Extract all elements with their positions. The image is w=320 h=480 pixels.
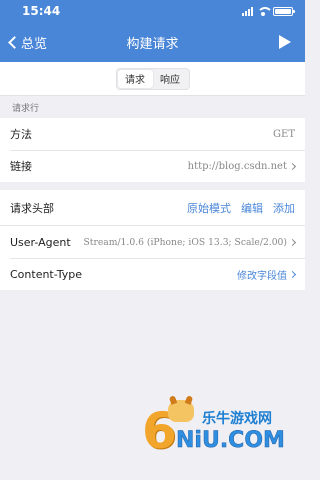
chevron-right-icon — [288, 270, 297, 278]
url-row[interactable]: 链接 http://blog.csdn.net — [0, 150, 305, 182]
method-row[interactable]: 方法 GET — [0, 118, 305, 150]
url-value: http://blog.csdn.net — [187, 160, 287, 172]
request-line-group: 方法 GET 链接 http://blog.csdn.net — [0, 118, 305, 182]
chevron-left-icon — [8, 35, 21, 49]
method-label: 方法 — [10, 128, 32, 141]
tab-request[interactable]: 请求 — [117, 69, 153, 88]
request-headers-header: 请求头部 原始模式 编辑 添加 — [0, 190, 305, 226]
add-button[interactable]: 添加 — [273, 200, 295, 216]
battery-icon — [273, 6, 295, 16]
header-row-user-agent[interactable]: User-Agent Stream/1.0.6 (iPhone; iOS 13.… — [0, 226, 305, 258]
status-time: 15:44 — [22, 4, 61, 18]
header-name: Content-Type — [10, 267, 82, 281]
watermark-chinese-text: 乐牛游戏网 — [202, 411, 272, 427]
tab-response[interactable]: 响应 — [153, 70, 188, 88]
wifi-icon — [257, 6, 273, 16]
back-label: 总览 — [21, 36, 48, 52]
header-name: User-Agent — [10, 235, 71, 249]
chevron-right-icon — [288, 162, 297, 170]
request-headers-group: User-Agent Stream/1.0.6 (iPhone; iOS 13.… — [0, 226, 305, 290]
segment-container: 请求 响应 — [0, 62, 305, 96]
method-value: GET — [273, 128, 295, 140]
play-icon[interactable] — [279, 35, 291, 49]
raw-mode-button[interactable]: 原始模式 — [187, 200, 231, 216]
edit-field-value-link[interactable]: 修改字段值 — [237, 267, 287, 282]
header-value: Stream/1.0.6 (iPhone; iOS 13.3; Scale/2.… — [83, 236, 287, 248]
cellular-signal-icon — [242, 6, 253, 16]
edit-button[interactable]: 编辑 — [241, 200, 263, 216]
request-line-section-header: 请求行 — [12, 104, 40, 114]
request-headers-title: 请求头部 — [10, 201, 54, 215]
watermark-latin-text: NiU.COM — [176, 428, 285, 454]
status-bar: 15:44 — [0, 0, 305, 22]
request-response-segmented-control: 请求 响应 — [115, 67, 190, 90]
header-row-content-type[interactable]: Content-Type 修改字段值 — [0, 258, 305, 290]
navigation-bar: 总览 构建请求 — [0, 22, 305, 62]
url-label: 链接 — [10, 160, 32, 173]
chevron-right-icon — [288, 238, 297, 246]
status-icons — [242, 6, 295, 16]
cow-mascot-icon — [168, 400, 194, 422]
watermark-logo: 6 乐牛游戏网 NiU.COM — [142, 400, 297, 460]
back-button[interactable]: 总览 — [0, 22, 47, 62]
